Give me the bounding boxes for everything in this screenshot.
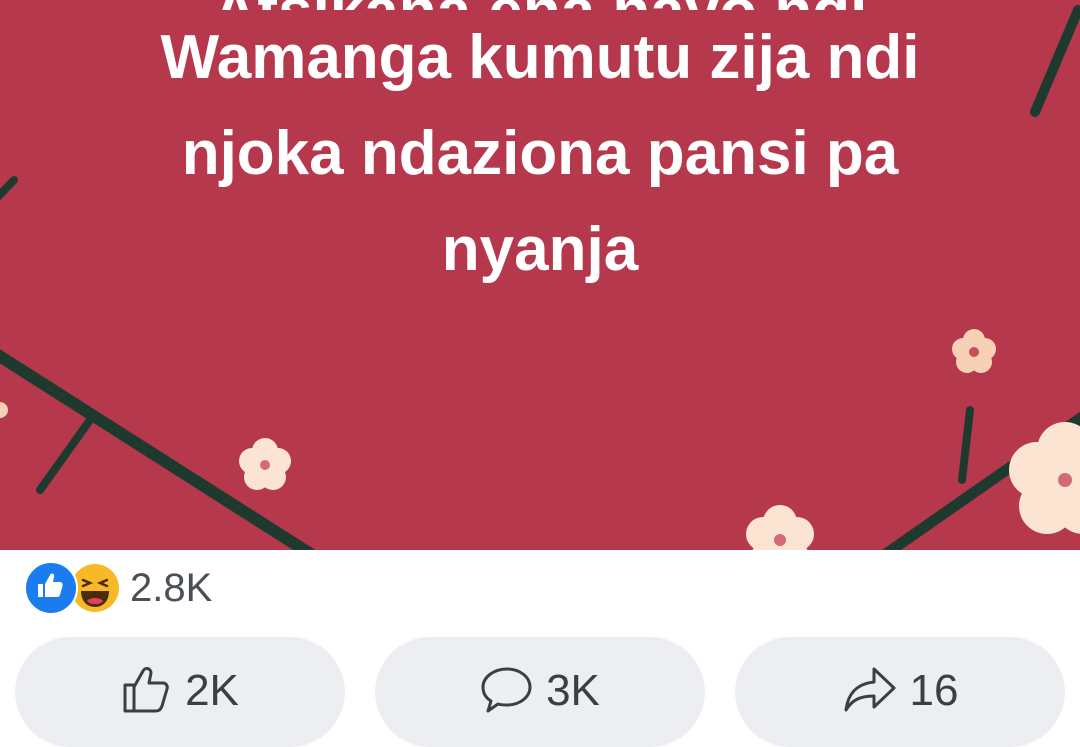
- share-icon: [842, 663, 898, 720]
- reactions-count: 2.8K: [130, 565, 213, 610]
- caption-line: njoka ndaziona pansi pa: [181, 119, 899, 188]
- share-button[interactable]: 16: [735, 637, 1065, 747]
- like-button[interactable]: 2K: [15, 637, 345, 747]
- caption-partial-line: Atsikana ena nayo ndi amsonda,: [60, 0, 1020, 10]
- post-caption: Atsikana ena nayo ndi amsonda, Wamanga k…: [60, 0, 1020, 298]
- caption-line: nyanja: [441, 215, 639, 284]
- comment-icon: [480, 663, 534, 720]
- blossom-flower: [1009, 422, 1080, 534]
- share-count: 16: [909, 666, 959, 715]
- post-actions-bar: 2K 3K 16: [0, 637, 1080, 747]
- post-image[interactable]: Atsikana ena nayo ndi amsonda, Wamanga k…: [0, 0, 1080, 550]
- reactions-summary[interactable]: 2.8K: [24, 561, 213, 615]
- comment-button[interactable]: 3K: [375, 637, 705, 747]
- like-count: 2K: [185, 666, 239, 715]
- blossom-flower: [0, 402, 8, 418]
- blossom-flower: [952, 329, 996, 373]
- blossom-flower: [239, 438, 291, 490]
- blossom-flower: [746, 505, 814, 550]
- thumbs-up-icon: [121, 663, 173, 720]
- like-reaction-icon: [24, 561, 78, 615]
- comment-count: 3K: [546, 666, 600, 715]
- caption-line: Wamanga kumutu zija ndi: [160, 23, 920, 92]
